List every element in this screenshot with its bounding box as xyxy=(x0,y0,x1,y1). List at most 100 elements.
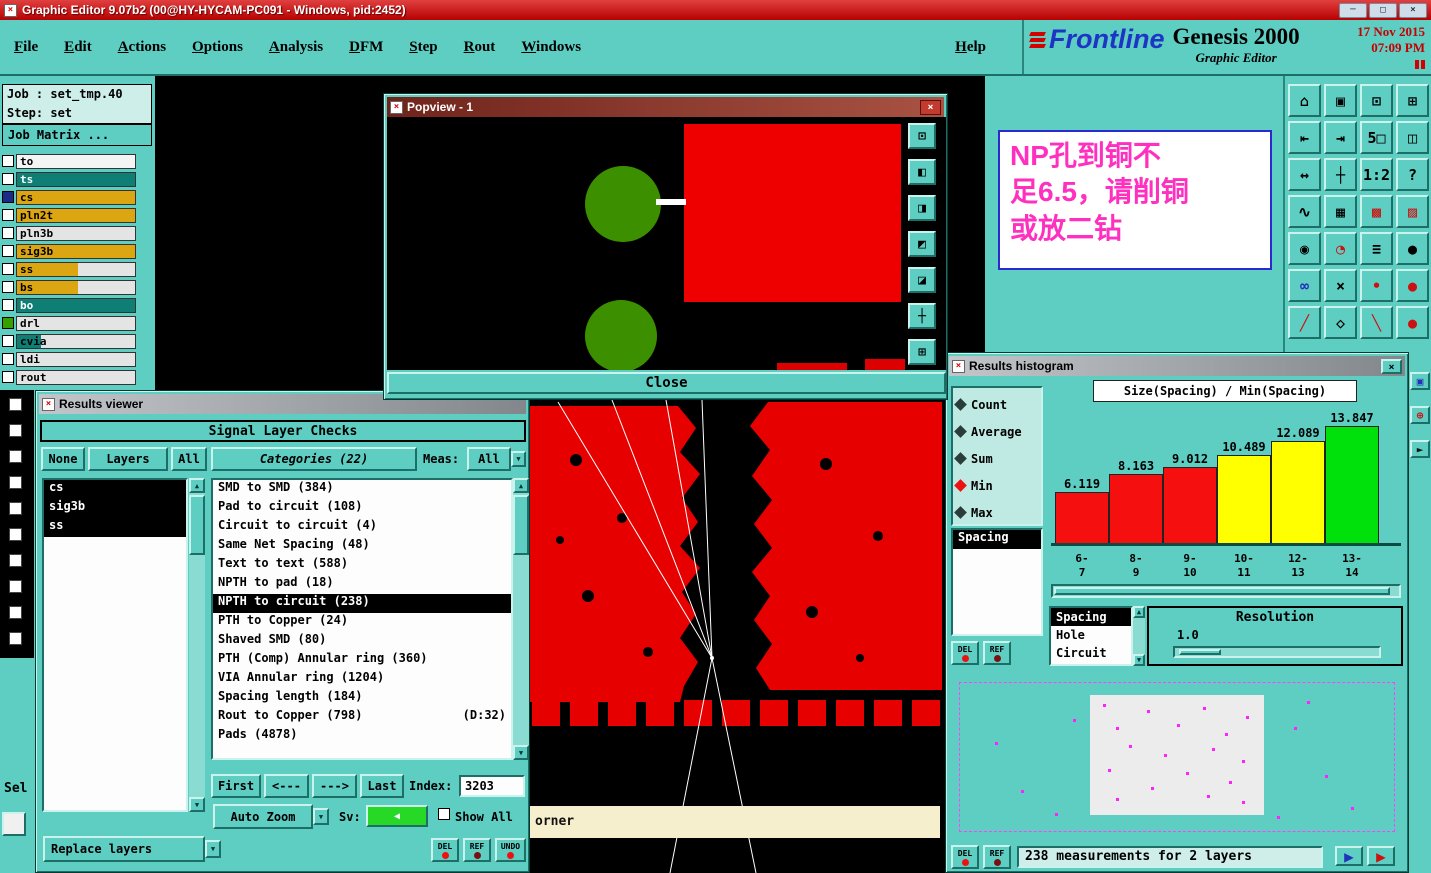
category-item[interactable]: PTH to Copper (24) xyxy=(213,613,511,632)
scroll-up-icon[interactable]: ▲ xyxy=(1133,606,1145,618)
minimize-button[interactable]: ─ xyxy=(1339,2,1367,18)
popview-tool-button[interactable]: ◧ xyxy=(908,159,936,185)
tool-button[interactable]: ╲ xyxy=(1360,306,1393,339)
tool-button[interactable]: ┼ xyxy=(1324,158,1357,191)
layer-toggle-checkbox[interactable] xyxy=(9,502,22,515)
stat-radio-icon[interactable] xyxy=(954,398,967,411)
menu-help[interactable]: Help xyxy=(955,39,986,56)
job-matrix-button[interactable]: Job Matrix ... xyxy=(2,124,152,146)
popview-tool-button[interactable]: ◩ xyxy=(908,231,936,257)
flag-blue-button[interactable]: ▶ xyxy=(1335,846,1363,866)
tool-button[interactable]: ◔ xyxy=(1324,232,1357,265)
categories-list[interactable]: SMD to SMD (384) Pad to circuit (108) Ci… xyxy=(211,478,513,760)
tool-button[interactable]: ∿ xyxy=(1288,195,1321,228)
layer-row[interactable]: to xyxy=(0,152,155,170)
layer-toggle-checkbox[interactable] xyxy=(9,554,22,567)
series-item[interactable]: Spacing xyxy=(953,530,1041,549)
tool-button[interactable]: ● xyxy=(1396,306,1429,339)
side-tool-button[interactable]: ► xyxy=(1410,440,1430,458)
layer-toggle-checkbox[interactable] xyxy=(9,528,22,541)
measure-item[interactable]: Spacing xyxy=(1051,608,1131,626)
undo-button[interactable]: UNDO xyxy=(495,838,526,862)
category-item[interactable]: Text to text (588) xyxy=(213,556,511,575)
layer-row[interactable]: drl xyxy=(0,314,155,332)
popview-close-button[interactable]: × xyxy=(920,99,941,115)
category-item[interactable]: NPTH to pad (18) xyxy=(213,575,511,594)
next-button[interactable]: ---> xyxy=(312,774,357,798)
tool-button[interactable]: ∞ xyxy=(1288,269,1321,302)
layer-checkbox[interactable] xyxy=(2,335,14,347)
checked-layer-item[interactable]: ss xyxy=(44,518,186,537)
measure-scrollbar[interactable]: ▲ ▼ xyxy=(1133,606,1145,666)
layer-row[interactable]: pln3b xyxy=(0,224,155,242)
layer-toggle-checkbox[interactable] xyxy=(9,424,22,437)
layer-toggle-checkbox[interactable] xyxy=(9,476,22,489)
hscroll-thumb[interactable] xyxy=(1054,587,1390,595)
category-item[interactable]: Spacing length (184) xyxy=(213,689,511,708)
first-button[interactable]: First xyxy=(211,774,261,798)
maximize-button[interactable]: □ xyxy=(1369,2,1397,18)
tool-button[interactable]: ◫ xyxy=(1396,121,1429,154)
scroll-up-icon[interactable]: ▲ xyxy=(513,478,529,493)
layer-color-bar[interactable]: ss xyxy=(16,261,136,277)
popview-canvas[interactable]: ⊡ ◧ ◨ ◩ ◪ ┼ ⊞ xyxy=(387,117,946,370)
scroll-down-icon[interactable]: ▼ xyxy=(1133,654,1145,666)
layer-color-bar[interactable]: bs xyxy=(16,279,136,295)
layer-row[interactable]: bo xyxy=(0,296,155,314)
last-button[interactable]: Last xyxy=(360,774,404,798)
popview-tool-button[interactable]: ⊞ xyxy=(908,339,936,365)
menu-item[interactable]: File xyxy=(14,39,38,56)
stat-radio-icon[interactable] xyxy=(954,506,967,519)
show-all-checkbox[interactable] xyxy=(438,808,450,820)
layer-checkbox[interactable] xyxy=(2,245,14,257)
menu-item[interactable]: Windows xyxy=(521,39,581,56)
layer-color-bar[interactable]: cvia xyxy=(16,333,136,349)
tool-button[interactable]: ▦ xyxy=(1324,195,1357,228)
map-del-button[interactable]: DEL xyxy=(951,845,979,869)
category-item[interactable]: Pad to circuit (108) xyxy=(213,499,511,518)
tool-button[interactable]: ▩ xyxy=(1360,195,1393,228)
measure-list[interactable]: Spacing Hole Circuit xyxy=(1049,606,1133,666)
category-item[interactable]: Rout to Copper (798) (D:32) xyxy=(213,708,511,727)
tool-button[interactable]: ◇ xyxy=(1324,306,1357,339)
layer-color-bar[interactable]: sig3b xyxy=(16,243,136,259)
stat-radio-icon[interactable] xyxy=(954,479,967,492)
replace-layers-arrow[interactable]: ▼ xyxy=(205,840,221,858)
menu-item[interactable]: Step xyxy=(409,39,437,56)
all-button[interactable]: All xyxy=(171,447,207,471)
category-item[interactable]: SMD to SMD (384) xyxy=(213,480,511,499)
category-item[interactable]: Shaved SMD (80) xyxy=(213,632,511,651)
tool-button[interactable]: ◉ xyxy=(1288,232,1321,265)
layer-toggle-checkbox[interactable] xyxy=(9,450,22,463)
layer-row[interactable]: bs xyxy=(0,278,155,296)
map-ref-button[interactable]: REF xyxy=(983,845,1011,869)
popview-titlebar[interactable]: × Popview - 1 × xyxy=(387,97,944,117)
layer-toggle-checkbox[interactable] xyxy=(9,398,22,411)
layer-checkbox[interactable] xyxy=(2,353,14,365)
layer-color-bar[interactable]: ts xyxy=(16,171,136,187)
scroll-thumb[interactable] xyxy=(513,495,529,555)
del-button[interactable]: DEL xyxy=(431,838,459,862)
stat-option[interactable]: Count xyxy=(953,391,1041,418)
popview-tool-button[interactable]: ⊡ xyxy=(908,123,936,149)
menu-item[interactable]: DFM xyxy=(349,39,383,56)
layer-color-bar[interactable]: bo xyxy=(16,297,136,313)
tool-button[interactable]: ⇥ xyxy=(1324,121,1357,154)
layer-row[interactable]: ts xyxy=(0,170,155,188)
layer-checkbox[interactable] xyxy=(2,173,14,185)
layer-row[interactable]: cvia xyxy=(0,332,155,350)
sv-color-button[interactable]: ◀ xyxy=(366,805,428,827)
scroll-thumb[interactable] xyxy=(189,495,205,555)
layer-toggle-checkbox[interactable] xyxy=(9,606,22,619)
layer-row[interactable]: sig3b xyxy=(0,242,155,260)
layer-checkbox[interactable] xyxy=(2,371,14,383)
popview-tool-button[interactable]: ◨ xyxy=(908,195,936,221)
tool-button[interactable]: ≡ xyxy=(1360,232,1393,265)
menu-item[interactable]: Actions xyxy=(118,39,166,56)
layer-checkbox[interactable] xyxy=(2,227,14,239)
side-tool-button[interactable]: ▣ xyxy=(1410,372,1430,390)
tool-button[interactable]: ⊡ xyxy=(1360,84,1393,117)
layer-toggle-checkbox[interactable] xyxy=(9,580,22,593)
tool-button[interactable]: ▨ xyxy=(1396,195,1429,228)
layer-row[interactable]: pln2t xyxy=(0,206,155,224)
